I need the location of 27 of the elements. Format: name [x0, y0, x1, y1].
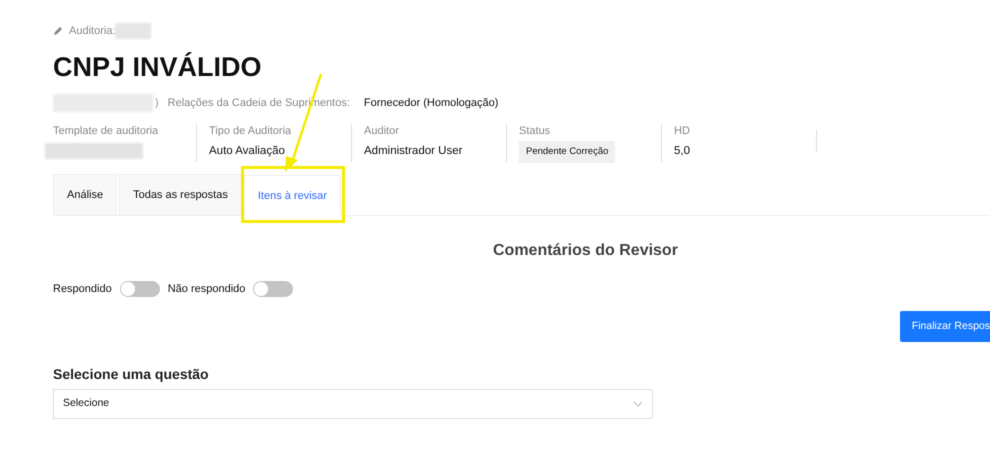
- status-badge: Pendente Correção: [519, 141, 616, 164]
- tab[interactable]: Análise: [53, 174, 118, 215]
- toggle-label: Respondido: [53, 282, 112, 297]
- field-label: HD: [674, 124, 691, 138]
- question-label: Selecione uma questão: [53, 365, 210, 384]
- field-value: Administrador User: [364, 144, 464, 159]
- breadcrumb-label: Auditoria:: [69, 24, 116, 39]
- field-label: Tipo de Auditoria: [209, 124, 292, 138]
- field-label: Auditor: [364, 124, 400, 138]
- section-title: Comentários do Revisor: [493, 241, 679, 261]
- page-title: CNPJ INVÁLIDO: [53, 51, 263, 84]
- field-value: 5,0: [674, 144, 691, 159]
- meta-value: Fornecedor (Homologação): [364, 96, 498, 111]
- tab[interactable]: Itens à revisar: [244, 175, 341, 216]
- question-select[interactable]: Selecione: [53, 389, 653, 419]
- pencil-icon: [53, 26, 63, 36]
- field-label: Template de auditoria: [53, 124, 160, 138]
- chevron-down-icon: [633, 401, 643, 407]
- tab[interactable]: Todas as respostas: [119, 174, 242, 215]
- redaction-block: [115, 23, 152, 39]
- finish-button[interactable]: Finalizar Respos: [900, 311, 990, 342]
- toggle-label: Não respondido: [168, 282, 246, 297]
- field-label: Status: [519, 124, 552, 138]
- field-value: Auto Avaliação: [209, 144, 286, 159]
- text-fragment: ): [155, 96, 159, 111]
- toggle-switch[interactable]: [253, 281, 294, 297]
- toggle-switch[interactable]: [120, 281, 160, 297]
